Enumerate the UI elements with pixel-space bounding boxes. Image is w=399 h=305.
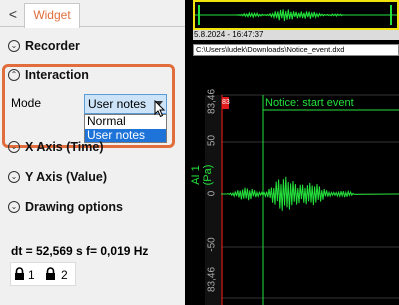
chevron-down-icon: ⌄ — [8, 171, 20, 183]
lock-2-label: 2 — [61, 268, 68, 282]
cursor-marker[interactable]: 83 — [222, 97, 230, 109]
overview-waveform — [195, 5, 397, 25]
section-drawing-options[interactable]: ⌄ Drawing options — [0, 196, 185, 218]
y-tick-label: 50 — [206, 134, 218, 147]
y-tick-label: 83,46 — [206, 88, 218, 115]
y-tick-labels: 83,46 50 0 -50 83,46 — [185, 88, 218, 305]
tab-bar: < Widget — [0, 0, 185, 28]
mouse-cursor-icon — [154, 100, 166, 118]
file-path: C:\Users\ludek\Downloads\Notice_event.dx… — [193, 44, 399, 56]
section-title-y-axis: Y Axis (Value) — [25, 170, 107, 184]
tab-back-button[interactable]: < — [4, 4, 22, 24]
lock-icon[interactable] — [14, 267, 25, 281]
lock-icon[interactable] — [45, 267, 56, 281]
chevron-down-icon: ⌄ — [8, 141, 20, 153]
cursor-locks: 1 2 — [10, 262, 76, 286]
section-title-recorder: Recorder — [25, 39, 80, 53]
widget-panel: < Widget ⌄ Recorder ⌃ Interaction Mode U… — [0, 0, 185, 305]
section-x-axis[interactable]: ⌄ X Axis (Time) — [0, 136, 185, 158]
chevron-down-icon: ⌄ — [8, 201, 20, 213]
overview-strip[interactable] — [193, 0, 399, 30]
chevron-down-icon: ⌄ — [8, 40, 20, 52]
y-tick-label: 0 — [206, 190, 218, 197]
tab-widget[interactable]: Widget — [24, 3, 80, 28]
section-title-drawing-options: Drawing options — [25, 200, 123, 214]
y-tick-label: -50 — [206, 237, 218, 252]
section-recorder[interactable]: ⌄ Recorder — [0, 35, 185, 57]
y-tick-label: 83,46 — [206, 266, 218, 293]
lock-1-label: 1 — [28, 268, 35, 282]
section-y-axis[interactable]: ⌄ Y Axis (Value) — [0, 166, 185, 188]
signal-view: 5.8.2024 - 16:47:37 C:\Users\ludek\Downl… — [185, 0, 399, 305]
timestamp: 5.8.2024 - 16:47:37 — [193, 30, 399, 40]
section-title-x-axis: X Axis (Time) — [25, 140, 104, 154]
notice-label: Notice: start event — [265, 97, 354, 109]
dt-readout: dt = 52,569 s f= 0,019 Hz — [11, 244, 149, 258]
